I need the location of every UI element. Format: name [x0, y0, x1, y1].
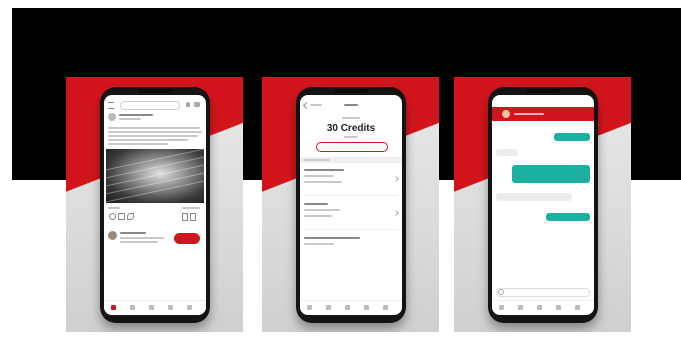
credits-screen: 30 Credits	[300, 95, 402, 315]
comment-text-line	[120, 241, 158, 243]
phone-mockup-feed	[100, 87, 210, 323]
chat-contact-avatar[interactable]	[502, 110, 510, 118]
chevron-right-icon[interactable]	[393, 210, 399, 216]
chat-message-received	[496, 193, 572, 201]
list-item-subtitle	[304, 243, 334, 245]
chevron-right-icon[interactable]	[393, 176, 399, 182]
message-icon[interactable]	[194, 102, 200, 107]
save-icon[interactable]	[182, 213, 188, 221]
promo-panel-chat	[454, 77, 631, 332]
nav-home-icon[interactable]	[307, 305, 312, 310]
menu-icon[interactable]	[108, 102, 114, 109]
post-author-avatar[interactable]	[108, 113, 116, 121]
nav-notifications-icon[interactable]	[556, 305, 561, 310]
search-input[interactable]	[120, 101, 180, 110]
nav-add-icon[interactable]	[345, 305, 350, 310]
nav-network-icon[interactable]	[518, 305, 523, 310]
notification-icon[interactable]	[186, 102, 190, 107]
comment-text-line	[120, 237, 164, 239]
list-item-title[interactable]	[304, 169, 344, 171]
chat-screen	[492, 95, 594, 315]
share-icon[interactable]	[127, 213, 134, 220]
nav-notifications-icon[interactable]	[168, 305, 173, 310]
attach-icon[interactable]	[498, 289, 504, 295]
nav-add-icon[interactable]	[537, 305, 542, 310]
like-icon[interactable]	[109, 213, 116, 220]
post-text-line	[108, 139, 188, 141]
promo-panel-feed	[66, 77, 243, 332]
chat-message-sent	[546, 213, 590, 221]
floating-post-button[interactable]	[174, 233, 200, 244]
list-item-title[interactable]	[304, 237, 360, 239]
post-text-line	[108, 131, 202, 133]
nav-profile-icon[interactable]	[383, 305, 388, 310]
section-header-label	[304, 159, 330, 161]
post-text-line	[108, 135, 198, 137]
list-item-title[interactable]	[304, 203, 328, 205]
bottom-navigation	[492, 300, 594, 315]
commenter-avatar[interactable]	[108, 231, 117, 240]
back-arrow-icon[interactable]	[302, 101, 311, 110]
nav-profile-icon[interactable]	[575, 305, 580, 310]
list-item-detail	[304, 215, 332, 217]
nav-profile-icon[interactable]	[187, 305, 192, 310]
screen-title	[344, 104, 358, 106]
nav-home-icon[interactable]	[111, 305, 116, 310]
flag-icon[interactable]	[190, 213, 196, 221]
nav-add-icon[interactable]	[149, 305, 154, 310]
phone-notch	[334, 89, 368, 93]
divider	[304, 195, 398, 196]
nav-home-icon[interactable]	[499, 305, 504, 310]
chat-header	[492, 107, 594, 121]
credits-value: 30 Credits	[326, 123, 376, 134]
post-author-subtitle	[119, 118, 141, 120]
chat-message-received	[496, 149, 518, 156]
section-header	[300, 157, 402, 163]
list-item-detail	[304, 181, 342, 183]
divider	[304, 229, 398, 230]
comment-count	[182, 207, 200, 209]
credits-subcaption	[344, 136, 358, 138]
promo-panel-credits: 30 Credits	[262, 77, 439, 332]
commenter-name	[120, 232, 146, 234]
credits-caption	[342, 117, 360, 119]
chat-contact-name	[514, 113, 544, 115]
phone-notch	[138, 89, 172, 93]
phone-mockup-chat	[488, 87, 598, 323]
xray-image[interactable]	[106, 148, 204, 203]
phone-mockup-credits: 30 Credits	[296, 87, 406, 323]
post-text-line	[108, 143, 168, 145]
message-input[interactable]	[496, 288, 590, 297]
like-count	[108, 207, 120, 209]
list-item-subtitle	[304, 209, 340, 211]
comment-icon[interactable]	[118, 213, 125, 220]
post-author-name[interactable]	[119, 114, 153, 116]
bottom-navigation	[300, 300, 402, 315]
back-label[interactable]	[310, 104, 322, 106]
phone-notch	[526, 89, 560, 93]
post-text-line	[108, 127, 200, 129]
nav-notifications-icon[interactable]	[364, 305, 369, 310]
nav-network-icon[interactable]	[326, 305, 331, 310]
chat-message-sent	[554, 133, 590, 141]
chat-message-sent	[512, 165, 590, 183]
nav-network-icon[interactable]	[130, 305, 135, 310]
buy-credits-button[interactable]	[316, 142, 388, 152]
list-item-subtitle	[304, 175, 334, 177]
feed-screen	[104, 95, 206, 315]
bottom-navigation	[104, 300, 206, 315]
